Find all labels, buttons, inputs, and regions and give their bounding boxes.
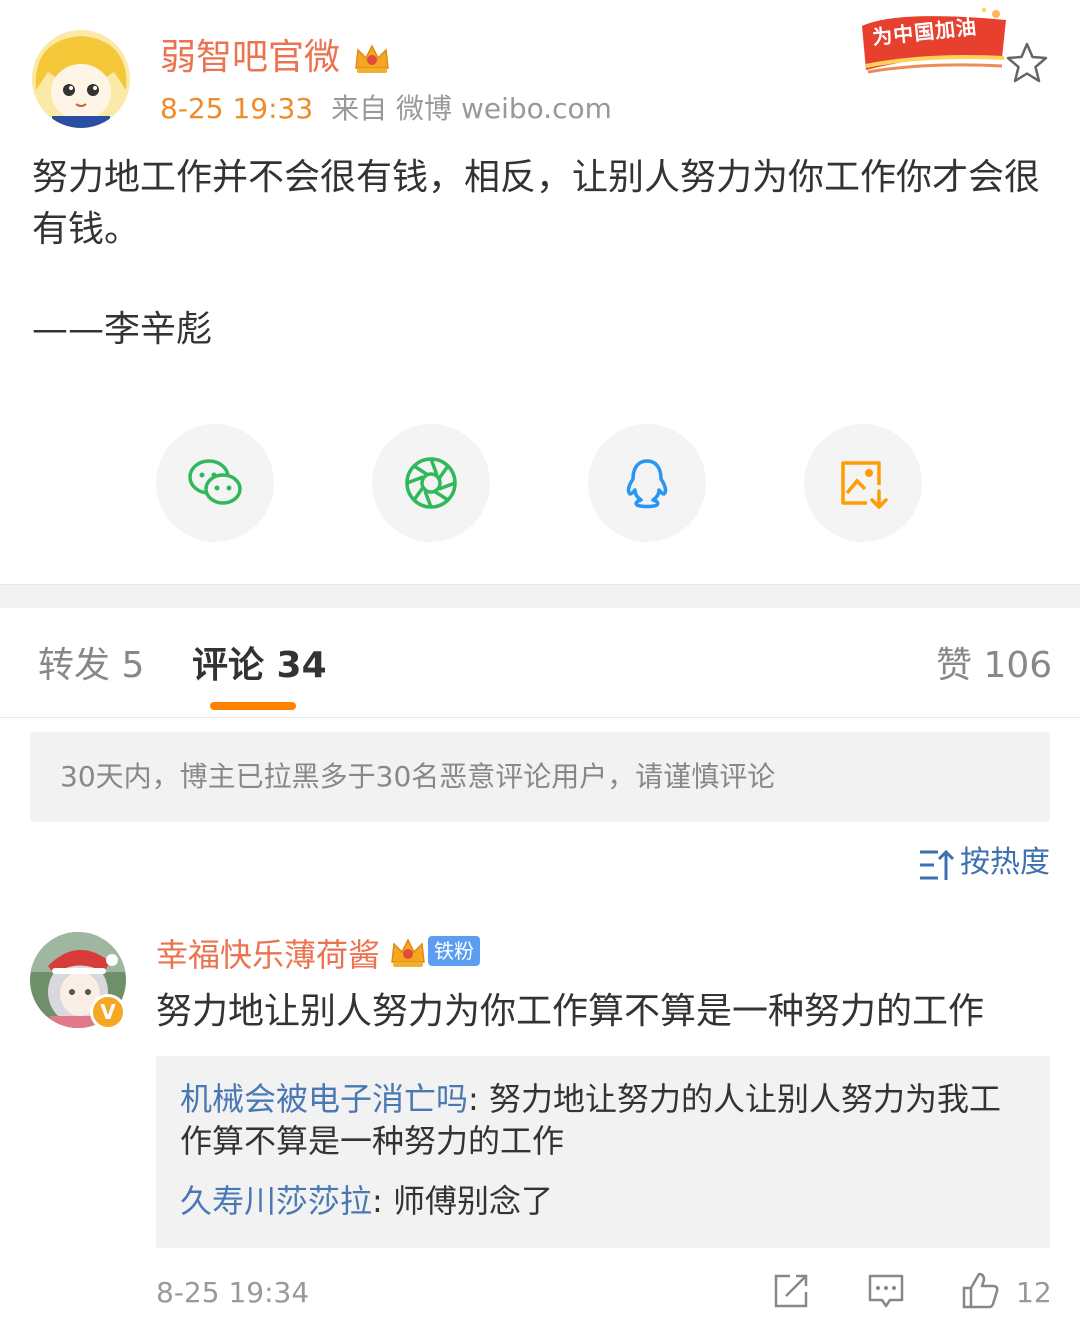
like-thumb-icon[interactable]	[960, 1270, 1000, 1310]
post-text: 努力地工作并不会很有钱，相反，让别人努力为你工作你才会很有钱。	[32, 157, 1041, 250]
reply-text: : 师傅别念了	[372, 1182, 553, 1220]
save-image-icon	[841, 461, 888, 509]
sort-icon	[920, 849, 954, 880]
post-signature: ——李辛彪	[32, 309, 213, 350]
save-image-button[interactable]	[804, 424, 922, 542]
tab-likes[interactable]: 赞 106	[936, 644, 1052, 688]
tab-comments[interactable]: 评论 34	[192, 644, 327, 688]
moments-icon	[405, 457, 457, 509]
post-time: 8-25 19:33	[160, 92, 314, 125]
reply-item[interactable]: 久寿川莎莎拉: 师傅别念了	[180, 1180, 1010, 1222]
share-comment-icon[interactable]	[772, 1270, 812, 1310]
wechat-icon	[188, 459, 242, 505]
comment-tabs: 转发 5 评论 34 赞 106	[0, 608, 1080, 718]
author-name[interactable]: 弱智吧官微	[160, 34, 340, 82]
share-qq-button[interactable]	[588, 424, 706, 542]
reply-list[interactable]: 机械会被电子消亡吗: 努力地让努力的人让别人努力为我工作算不算是一种努力的工作 …	[156, 1056, 1050, 1248]
comment-notice: 30天内，博主已拉黑多于30名恶意评论用户，请谨慎评论	[30, 732, 1050, 822]
reply-item[interactable]: 机械会被电子消亡吗: 努力地让努力的人让别人努力为我工作算不算是一种努力的工作	[180, 1078, 1010, 1162]
post-source: 来自 微博 weibo.com	[331, 92, 612, 125]
comment-text: 努力地让别人努力为你工作算不算是一种努力的工作	[156, 991, 985, 1032]
section-divider	[0, 584, 1080, 608]
reply-user[interactable]: 久寿川莎莎拉	[180, 1182, 372, 1220]
crown-icon	[352, 38, 392, 78]
tab-reposts[interactable]: 转发 5	[38, 644, 144, 688]
reply-comment-icon[interactable]	[866, 1270, 906, 1310]
notice-text: 30天内，博主已拉黑多于30名恶意评论用户，请谨慎评论	[60, 760, 776, 793]
post-header: 弱智吧官微 8-25 19:33 来自 微博 weibo.com 为中国加油	[0, 0, 1080, 140]
fan-crown-icon	[391, 938, 425, 967]
active-tab-indicator	[210, 702, 296, 710]
sort-label: 按热度	[960, 845, 1050, 880]
commenter-name[interactable]: 幸福快乐薄荷酱	[156, 934, 380, 976]
qq-icon	[626, 459, 668, 509]
like-count: 12	[1016, 1276, 1052, 1309]
verified-badge: V	[90, 994, 126, 1030]
share-moments-button[interactable]	[372, 424, 490, 542]
comment-time: 8-25 19:34	[156, 1276, 310, 1309]
post-meta: 8-25 19:33 来自 微博 weibo.com	[160, 92, 612, 126]
reply-user[interactable]: 机械会被电子消亡吗	[180, 1080, 468, 1118]
fan-badge-label: 铁粉	[428, 936, 480, 966]
share-wechat-button[interactable]	[156, 424, 274, 542]
author-avatar[interactable]	[32, 30, 130, 128]
fan-badge: 铁粉	[388, 932, 480, 972]
favorite-star-icon[interactable]	[1004, 40, 1050, 86]
